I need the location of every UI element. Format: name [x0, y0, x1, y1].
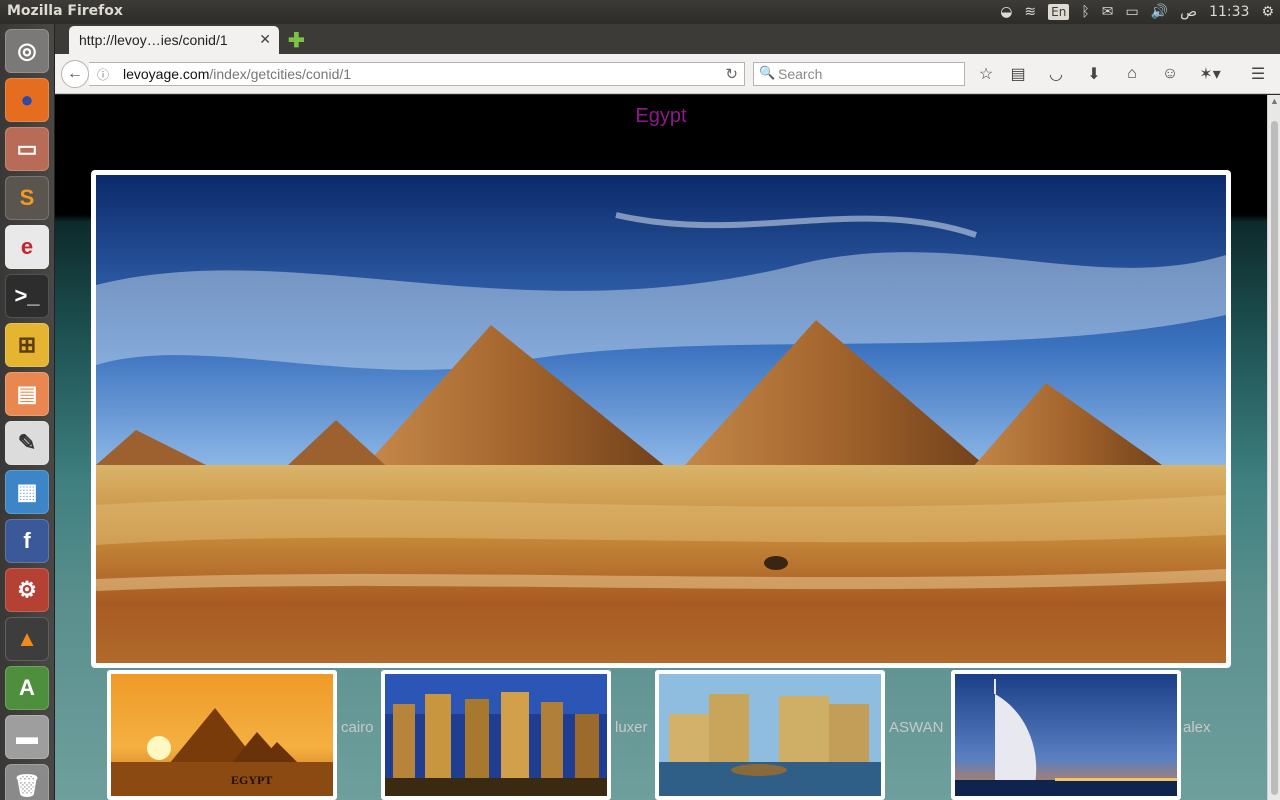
- drive-icon[interactable]: ▬: [5, 715, 49, 759]
- browser-e-icon[interactable]: e: [5, 225, 49, 269]
- system-tray: ◒ ≋ En ᛒ ✉ ▭ 🔊 ص 11:33 ⚙: [1000, 0, 1274, 24]
- city-label-luxer[interactable]: luxer: [615, 719, 648, 736]
- text-editor-icon[interactable]: ✎: [5, 421, 49, 465]
- vlc-icon[interactable]: ▲: [5, 617, 49, 661]
- city-label-cairo[interactable]: cairo: [341, 719, 374, 736]
- facebook-icon[interactable]: f: [5, 519, 49, 563]
- hero-image-pyramids: [91, 170, 1231, 668]
- site-info-icon[interactable]: ⓘ: [97, 66, 109, 83]
- scroll-up-arrow-icon[interactable]: ▲: [1270, 96, 1279, 106]
- wifi-icon[interactable]: ≋: [1024, 0, 1036, 24]
- pocket-icon[interactable]: ◡: [1045, 63, 1067, 85]
- menu-hamburger-icon[interactable]: ☰: [1247, 63, 1269, 85]
- search-placeholder: Search: [778, 66, 823, 82]
- system-settings-icon[interactable]: ⚙: [5, 568, 49, 612]
- software-updater-icon[interactable]: A: [5, 666, 49, 710]
- web-page: Egypt EGYPT cairo luxer ASWAN alex: [55, 95, 1267, 800]
- new-tab-plus-icon[interactable]: ✚: [288, 28, 305, 53]
- impress-icon[interactable]: ▤: [5, 372, 49, 416]
- terminal-icon[interactable]: >_: [5, 274, 49, 318]
- clock-ampm[interactable]: ص: [1180, 0, 1197, 24]
- city-thumb-cairo[interactable]: EGYPT: [107, 670, 337, 800]
- window-title: Mozilla Firefox: [7, 3, 123, 19]
- dash-icon[interactable]: ◎: [5, 29, 49, 73]
- sync-icon[interactable]: ◒: [1000, 0, 1012, 24]
- downloads-icon[interactable]: ⬇: [1083, 63, 1105, 85]
- back-button[interactable]: ←: [61, 60, 89, 88]
- search-input[interactable]: 🔍 Search: [753, 62, 965, 86]
- page-heading: Egypt: [635, 105, 687, 127]
- page-scrollbar[interactable]: ▲: [1267, 95, 1280, 800]
- tab-bar: http://levoy…ies/conid/1 ✕ ✚: [55, 24, 1280, 54]
- files-icon[interactable]: ▭: [5, 127, 49, 171]
- tab-current[interactable]: http://levoy…ies/conid/1 ✕: [69, 26, 279, 54]
- sublime-text-icon[interactable]: S: [5, 176, 49, 220]
- url-bar[interactable]: ⓘ levoyage.com/index/getcities/conid/1 ↻: [89, 62, 745, 86]
- keyboard-layout-indicator[interactable]: En: [1048, 4, 1070, 20]
- url-host: levoyage.com: [123, 66, 210, 82]
- arrow-left-icon: ←: [67, 65, 83, 82]
- battery-icon[interactable]: ▭: [1125, 0, 1138, 24]
- city-label-aswan[interactable]: ASWAN: [889, 719, 943, 736]
- city-thumb-luxer[interactable]: [381, 670, 611, 800]
- chat-icon[interactable]: ☺: [1159, 63, 1181, 85]
- extension-dropdown-icon[interactable]: ✶▾: [1195, 63, 1225, 85]
- bookmark-star-icon[interactable]: ☆: [975, 63, 997, 85]
- writer-icon[interactable]: ▦: [5, 470, 49, 514]
- search-icon: 🔍: [759, 65, 776, 80]
- bluetooth-icon[interactable]: ᛒ: [1081, 0, 1089, 24]
- trash-icon[interactable]: 🗑: [5, 764, 49, 800]
- clock[interactable]: 11:33: [1209, 0, 1249, 24]
- navigation-toolbar: ← ⓘ levoyage.com/index/getcities/conid/1…: [55, 54, 1280, 94]
- reading-list-icon[interactable]: ▤: [1007, 63, 1029, 85]
- city-thumb-alex[interactable]: [951, 670, 1181, 800]
- scrollbar-thumb[interactable]: [1271, 121, 1278, 795]
- cairo-thumb-caption: EGYPT: [231, 773, 272, 787]
- mail-icon[interactable]: ✉: [1102, 0, 1114, 24]
- city-thumbnails: EGYPT cairo luxer ASWAN alex: [107, 669, 1247, 800]
- reload-icon[interactable]: ↻: [725, 65, 738, 83]
- session-gear-icon[interactable]: ⚙: [1261, 0, 1274, 24]
- volume-icon[interactable]: 🔊: [1151, 0, 1168, 24]
- top-panel: Mozilla Firefox ◒ ≋ En ᛒ ✉ ▭ 🔊 ص 11:33 ⚙: [0, 0, 1280, 24]
- close-tab-icon[interactable]: ✕: [259, 31, 271, 48]
- network-manager-icon[interactable]: ⊞: [5, 323, 49, 367]
- city-label-alex[interactable]: alex: [1183, 719, 1211, 736]
- url-path: /index/getcities/conid/1: [209, 66, 352, 82]
- city-thumb-aswan[interactable]: [655, 670, 885, 800]
- home-icon[interactable]: ⌂: [1121, 63, 1143, 85]
- firefox-icon[interactable]: ●: [5, 78, 49, 122]
- unity-launcher: ◎ ● ▭ Se >_ ⊞ ▤ ✎ ▦ f ⚙ ▲ A ▬ 🗑: [0, 24, 55, 800]
- tab-title: http://levoy…ies/conid/1: [79, 32, 228, 48]
